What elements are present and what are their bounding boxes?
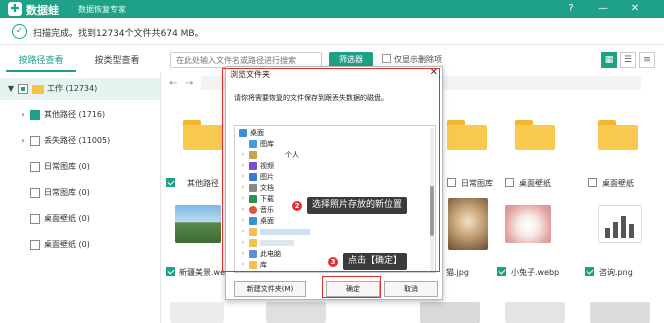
only-deleted-checkbox[interactable]: 仅显示删除项 bbox=[382, 54, 442, 65]
file-checkbox[interactable] bbox=[588, 178, 597, 187]
file-checkbox[interactable] bbox=[166, 178, 175, 187]
title-bar: ✚ 数据蛙 数据恢复专家 ? — ✕ bbox=[0, 0, 664, 18]
chevron-right-icon[interactable]: › bbox=[18, 130, 28, 152]
forward-arrow-icon[interactable]: → bbox=[185, 78, 193, 89]
folder-icon bbox=[32, 85, 44, 94]
tree-item-lost-paths[interactable]: › 丢失路径 (11005) bbox=[0, 130, 160, 152]
view-tabs: 按路径查看 按类型查看 bbox=[0, 52, 156, 72]
grid-view-icon[interactable]: ▦ bbox=[601, 52, 617, 68]
tree-item-label: 丢失路径 (11005) bbox=[44, 136, 111, 145]
file-label: 日常图库 bbox=[461, 179, 493, 188]
app-brand: 数据蛙 bbox=[26, 4, 59, 17]
folder-icon[interactable] bbox=[515, 120, 555, 150]
tree-item-label: 日常图库 (0) bbox=[44, 188, 90, 197]
minimize-icon[interactable]: — bbox=[596, 2, 610, 16]
file-checkbox[interactable] bbox=[447, 178, 456, 187]
new-folder-button[interactable]: 新建文件夹(M) bbox=[234, 281, 306, 297]
only-deleted-label: 仅显示删除项 bbox=[394, 55, 442, 64]
scan-status-text: 扫描完成。 bbox=[33, 29, 79, 39]
file-checkbox[interactable] bbox=[497, 267, 506, 276]
tree-item-label: 日常图库 (0) bbox=[44, 162, 90, 171]
chevron-down-icon[interactable]: ▼ bbox=[6, 78, 16, 100]
list-view-icon[interactable]: ☰ bbox=[620, 52, 636, 68]
file-checkbox[interactable] bbox=[585, 267, 594, 276]
annotation-box-folder-tree bbox=[222, 68, 440, 272]
scan-result-count: 找到12734个文件共674 MB。 bbox=[78, 29, 204, 39]
file-thumbnail[interactable] bbox=[266, 302, 326, 323]
tab-by-path[interactable]: 按路径查看 bbox=[6, 52, 76, 72]
tree-checkbox[interactable] bbox=[30, 110, 40, 120]
tree-checkbox[interactable] bbox=[30, 214, 40, 224]
chevron-right-icon[interactable]: › bbox=[18, 104, 28, 126]
tree-item-label: 桌面壁纸 (0) bbox=[44, 214, 90, 223]
tree-item-label: 工作 (12734) bbox=[47, 84, 98, 93]
rabbit-thumbnail[interactable] bbox=[505, 205, 551, 243]
check-circle-icon: ✓ bbox=[12, 24, 27, 39]
checkbox-icon bbox=[382, 54, 391, 63]
tree-item-daily-gallery[interactable]: 日常图库 (0) bbox=[0, 182, 160, 204]
tree-checkbox[interactable] bbox=[30, 240, 40, 250]
app-logo: ✚ bbox=[8, 2, 22, 16]
folder-icon[interactable] bbox=[183, 120, 223, 150]
tree-item-work[interactable]: ▼ 工作 (12734) bbox=[0, 78, 160, 100]
tree-item-daily-gallery[interactable]: 日常图库 (0) bbox=[0, 156, 160, 178]
step-number-badge: 3 bbox=[328, 257, 338, 267]
file-thumbnail[interactable] bbox=[590, 302, 650, 323]
file-checkbox[interactable] bbox=[166, 267, 175, 276]
file-label: 小兔子.webp bbox=[511, 268, 560, 277]
tree-checkbox[interactable] bbox=[30, 136, 40, 146]
chart-thumbnail-graphic bbox=[605, 216, 634, 238]
file-thumbnail[interactable] bbox=[505, 302, 565, 323]
file-label: 桌面壁纸 bbox=[602, 179, 634, 188]
chart-thumbnail[interactable] bbox=[598, 205, 642, 243]
landscape-thumbnail[interactable] bbox=[175, 205, 221, 243]
detail-view-icon[interactable]: ≡ bbox=[639, 52, 655, 68]
step-callout: 点击【确定】 bbox=[343, 253, 408, 270]
file-thumbnail[interactable] bbox=[420, 302, 480, 323]
step-callout: 选择照片存放的新位置 bbox=[307, 197, 408, 214]
step-number-badge: 2 bbox=[292, 201, 302, 211]
help-icon[interactable]: ? bbox=[564, 2, 578, 16]
tree-item-desktop-wallpaper[interactable]: 桌面壁纸 (0) bbox=[0, 234, 160, 256]
tree-checkbox[interactable] bbox=[30, 188, 40, 198]
file-checkbox[interactable] bbox=[505, 178, 514, 187]
close-icon[interactable]: ✕ bbox=[628, 2, 642, 16]
cat-thumbnail[interactable] bbox=[448, 198, 488, 250]
back-arrow-icon[interactable]: ← bbox=[169, 78, 177, 89]
tree-item-label: 桌面壁纸 (0) bbox=[44, 240, 90, 249]
path-tree: ▼ 工作 (12734) › 其他路径 (1716) › 丢失路径 (11005… bbox=[0, 78, 160, 323]
file-label: 其他路径 bbox=[187, 179, 219, 188]
tree-item-desktop-wallpaper[interactable]: 桌面壁纸 (0) bbox=[0, 208, 160, 230]
file-label: 桌面壁纸 bbox=[519, 179, 551, 188]
tree-item-other-paths[interactable]: › 其他路径 (1716) bbox=[0, 104, 160, 126]
app-subtitle: 数据恢复专家 bbox=[78, 5, 126, 14]
file-label: 猫.jpg bbox=[446, 268, 469, 277]
annotation-box-ok bbox=[322, 276, 381, 298]
scan-status-bar: ✓ 扫描完成。 找到12734个文件共674 MB。 bbox=[0, 18, 664, 45]
tree-checkbox[interactable] bbox=[30, 162, 40, 172]
folder-icon[interactable] bbox=[598, 120, 638, 150]
tab-by-type[interactable]: 按类型查看 bbox=[82, 52, 152, 72]
folder-icon[interactable] bbox=[447, 120, 487, 150]
file-label: 咨询.png bbox=[599, 268, 633, 277]
tree-item-label: 其他路径 (1716) bbox=[44, 110, 106, 119]
file-thumbnail[interactable] bbox=[170, 302, 224, 323]
tree-checkbox[interactable] bbox=[18, 84, 28, 94]
cancel-button[interactable]: 取消 bbox=[384, 281, 438, 297]
